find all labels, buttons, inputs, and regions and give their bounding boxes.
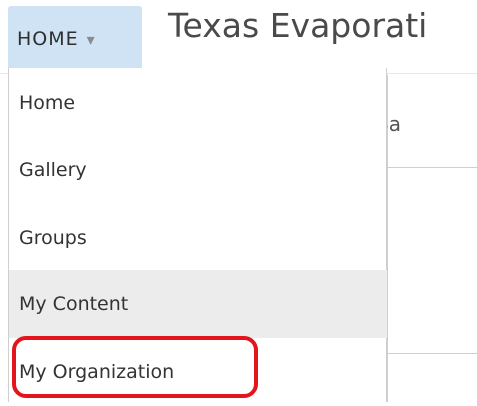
home-dropdown-menu: Home Gallery Groups My Content My Organi… bbox=[8, 68, 387, 402]
chevron-down-icon: ▾ bbox=[86, 30, 95, 49]
home-menu-button[interactable]: HOME ▾ bbox=[8, 6, 142, 68]
menu-item-label: Groups bbox=[19, 227, 87, 249]
menu-item-label: My Organization bbox=[19, 361, 175, 383]
table-row-divider bbox=[387, 167, 477, 168]
home-menu-label: HOME bbox=[17, 28, 79, 50]
menu-item-my-content[interactable]: My Content bbox=[9, 270, 387, 338]
menu-item-home[interactable]: Home bbox=[9, 70, 387, 136]
page-title: Texas Evaporati bbox=[168, 6, 428, 45]
menu-item-label: Home bbox=[19, 92, 76, 114]
table-row-divider bbox=[387, 353, 477, 354]
menu-item-groups[interactable]: Groups bbox=[9, 204, 387, 272]
menu-item-gallery[interactable]: Gallery bbox=[9, 136, 387, 204]
menu-item-my-organization[interactable]: My Organization bbox=[9, 338, 387, 406]
menu-item-label: Gallery bbox=[19, 159, 87, 181]
menu-item-label: My Content bbox=[19, 293, 129, 315]
